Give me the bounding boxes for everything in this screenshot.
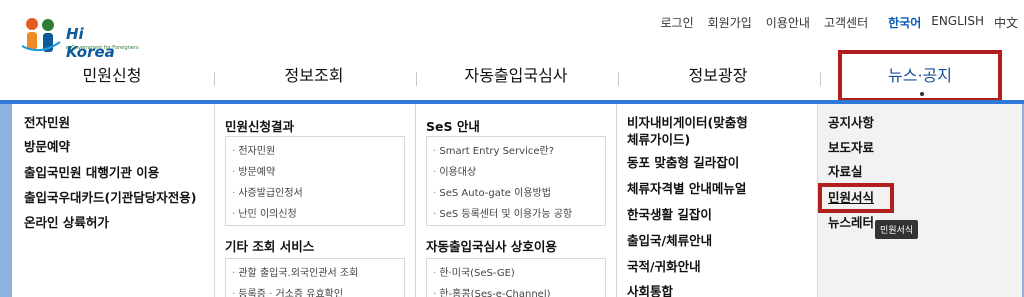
nav-auto-immigration[interactable]: 자동출입국심사 — [416, 62, 616, 102]
section-title[interactable]: 기타 조회 서비스 — [225, 236, 314, 255]
submenu-item[interactable]: 한-홍콩(Ses-e-Channel) — [427, 284, 605, 297]
submenu-box: 전자민원 방문예약 사증발급인정서 난민 이의신청 — [225, 136, 405, 226]
section-title[interactable]: 자동출입국심사 상호이용 — [426, 236, 557, 255]
menu-link[interactable]: 온라인 상륙허가 — [24, 214, 109, 232]
login-link[interactable]: 로그인 — [660, 14, 693, 31]
menu-link[interactable]: 사회통합 — [627, 283, 673, 297]
nav-info-inquiry[interactable]: 정보조회 — [214, 62, 414, 102]
submenu-item[interactable]: SeS Auto-gate 이용방법 — [427, 183, 605, 204]
menu-link[interactable]: 전자민원 — [24, 114, 70, 132]
nav-info-plaza[interactable]: 정보광장 — [618, 62, 818, 102]
submenu-item[interactable]: 사증발급인정서 — [226, 183, 404, 204]
menu-left-border — [0, 104, 12, 297]
menu-link-notice[interactable]: 공지사항 — [828, 114, 874, 132]
menu-column-civil: 전자민원 방문예약 출입국민원 대행기관 이용 출입국우대카드(기관담당자전용)… — [12, 104, 214, 297]
hikorea-logo[interactable]: Hi Korea e-Government for Foreigners — [20, 16, 139, 61]
menu-link[interactable]: 체류자격별 안내메뉴얼 — [627, 180, 746, 198]
submenu-box: 한·미국(SeS-GE) 한-홍콩(Ses-e-Channel) — [426, 258, 606, 297]
menu-column-info: 민원신청결과 전자민원 방문예약 사증발급인정서 난민 이의신청 기타 조회 서… — [214, 104, 415, 297]
menu-link[interactable]: 방문예약 — [24, 138, 70, 156]
signup-link[interactable]: 회원가입 — [708, 14, 752, 31]
highlight-box-forms — [818, 183, 894, 213]
submenu-item[interactable]: SeS 등록센터 및 이용가능 공항 — [427, 204, 605, 225]
logo-mark-icon — [21, 18, 61, 52]
section-title[interactable]: SeS 안내 — [426, 116, 480, 135]
submenu-item[interactable]: Smart Entry Service란? — [427, 141, 605, 162]
tooltip: 민원서식 — [875, 220, 919, 239]
lang-chinese[interactable]: 中文 — [994, 14, 1018, 31]
utility-nav: 로그인 회원가입 이용안내 고객센터 한국어 ENGLISH 中文 — [660, 14, 1018, 31]
usage-guide-link[interactable]: 이용안내 — [766, 14, 810, 31]
submenu-box: 관할 출입국.외국인관서 조회 등록증 · 거소증 유효확인 — [225, 258, 405, 297]
submenu-item[interactable]: 전자민원 — [226, 141, 404, 162]
menu-link-press[interactable]: 보도자료 — [828, 139, 874, 157]
page: Hi Korea e-Government for Foreigners 로그인… — [0, 0, 1024, 297]
menu-link[interactable]: 국적/귀화안내 — [627, 258, 701, 276]
submenu-item[interactable]: 한·미국(SeS-GE) — [427, 263, 605, 284]
menu-link[interactable]: 동포 맞춤형 길라잡이 — [627, 154, 739, 172]
submenu-item[interactable]: 난민 이의신청 — [226, 204, 404, 225]
menu-link[interactable]: 비자내비게이터(맞춤형 — [627, 114, 748, 132]
customer-center-link[interactable]: 고객센터 — [824, 14, 868, 31]
menu-column-info-plaza: 비자내비게이터(맞춤형 체류가이드) 동포 맞춤형 길라잡이 체류자격별 안내메… — [616, 104, 817, 297]
submenu-item[interactable]: 등록증 · 거소증 유효확인 — [226, 284, 404, 297]
lang-korean[interactable]: 한국어 — [888, 14, 921, 31]
menu-link[interactable]: 출입국민원 대행기관 이용 — [24, 164, 159, 182]
menu-column-auto-immigration: SeS 안내 Smart Entry Service란? 이용대상 SeS Au… — [415, 104, 616, 297]
nav-civil-application[interactable]: 민원신청 — [12, 62, 212, 102]
highlight-box-nav — [838, 50, 1002, 102]
submenu-item[interactable]: 관할 출입국.외국인관서 조회 — [226, 263, 404, 284]
section-title[interactable]: 민원신청결과 — [225, 116, 294, 135]
logo-text: Hi Korea — [66, 25, 115, 61]
submenu-box: Smart Entry Service란? 이용대상 SeS Auto-gate… — [426, 136, 606, 226]
menu-link-newsletter[interactable]: 뉴스레터 — [828, 214, 874, 232]
submenu-item[interactable]: 이용대상 — [427, 162, 605, 183]
menu-link[interactable]: 출입국/체류안내 — [627, 232, 712, 250]
menu-link[interactable]: 체류가이드) — [627, 131, 690, 149]
menu-link[interactable]: 출입국우대카드(기관담당자전용) — [24, 189, 196, 207]
menu-link-archive[interactable]: 자료실 — [828, 163, 863, 181]
menu-link[interactable]: 한국생활 길잡이 — [627, 206, 712, 224]
submenu-item[interactable]: 방문예약 — [226, 162, 404, 183]
logo-tagline: e-Government for Foreigners — [66, 45, 139, 51]
lang-english[interactable]: ENGLISH — [931, 14, 984, 31]
